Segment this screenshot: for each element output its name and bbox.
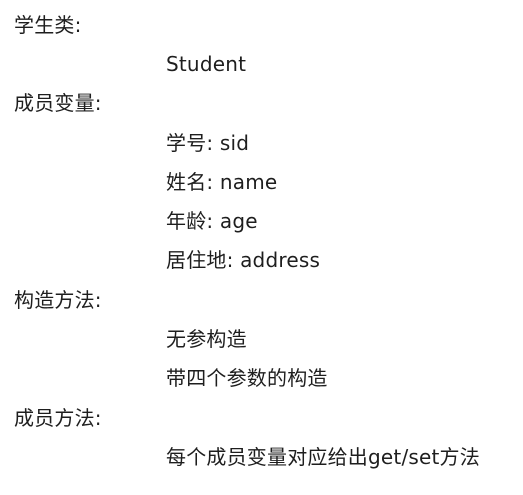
member-variable-age: 年龄: age <box>166 209 258 233</box>
section-heading-constructors: 构造方法: <box>14 288 102 312</box>
member-variable-address: 居住地: address <box>166 248 321 272</box>
constructor-four-args: 带四个参数的构造 <box>166 366 328 390</box>
class-name-text: Student <box>166 52 247 76</box>
section-heading-class: 学生类: <box>14 13 82 37</box>
member-variable-name: 姓名: name <box>166 170 278 194</box>
member-method-getters-setters: 每个成员变量对应给出get/set方法 <box>166 445 480 469</box>
member-variable-sid: 学号: sid <box>166 131 250 155</box>
class-description-document: 学生类: Student 成员变量: 学号: sid 姓名: name 年龄: … <box>0 0 523 495</box>
section-heading-member-variables: 成员变量: <box>14 91 102 115</box>
constructor-no-arg: 无参构造 <box>166 327 247 351</box>
section-heading-member-methods: 成员方法: <box>14 406 102 430</box>
